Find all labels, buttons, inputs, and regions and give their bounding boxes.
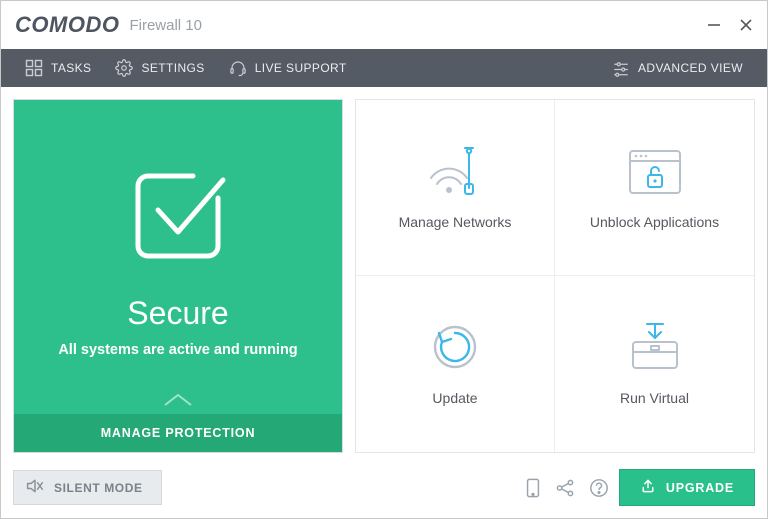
upgrade-label: UPGRADE (666, 481, 734, 495)
tile-unblock-applications[interactable]: Unblock Applications (555, 100, 754, 276)
brand-logo: COMODO (15, 12, 119, 38)
tile-manage-networks[interactable]: Manage Networks (356, 100, 555, 276)
tile-run-virtual[interactable]: Run Virtual (555, 276, 754, 452)
sliders-icon (612, 59, 630, 77)
headset-icon (229, 59, 247, 77)
silent-mode-button[interactable]: SILENT MODE (13, 470, 162, 505)
tile-manage-networks-label: Manage Networks (399, 214, 512, 230)
status-subtitle: All systems are active and running (58, 342, 297, 358)
content-area: Secure All systems are active and runnin… (1, 87, 767, 461)
toolbar: TASKS SETTINGS LIVE SUPPORT ADVANCED VIE… (1, 49, 767, 87)
status-title: Secure (127, 295, 228, 332)
toolbar-advanced-view-label: ADVANCED VIEW (638, 61, 743, 75)
manage-protection-button[interactable]: MANAGE PROTECTION (14, 414, 342, 452)
unlock-window-icon (626, 146, 684, 196)
secure-check-icon (123, 158, 233, 273)
gear-icon (115, 59, 133, 77)
toolbar-tasks[interactable]: TASKS (13, 49, 103, 87)
export-icon (640, 478, 656, 497)
product-name: Firewall 10 (129, 17, 202, 34)
app-window: COMODO Firewall 10 TASKS SETTINGS (0, 0, 768, 519)
manage-protection-label: MANAGE PROTECTION (101, 426, 256, 440)
status-panel: Secure All systems are active and runnin… (13, 99, 343, 453)
toolbar-settings[interactable]: SETTINGS (103, 49, 216, 87)
title-bar: COMODO Firewall 10 (1, 1, 767, 49)
help-icon[interactable] (589, 478, 609, 498)
mobile-icon[interactable] (525, 478, 541, 498)
bottom-icons (525, 478, 609, 498)
action-tiles: Manage Networks Unblock Applications (355, 99, 755, 453)
close-button[interactable] (739, 18, 753, 32)
speaker-mute-icon (26, 478, 44, 497)
toolbar-settings-label: SETTINGS (141, 61, 204, 75)
minimize-button[interactable] (707, 18, 721, 32)
toolbar-live-support-label: LIVE SUPPORT (255, 61, 347, 75)
upgrade-button[interactable]: UPGRADE (619, 469, 755, 506)
network-icon (425, 146, 485, 196)
bottom-bar: SILENT MODE UPGRADE (1, 461, 767, 518)
window-controls (707, 18, 753, 32)
silent-mode-label: SILENT MODE (54, 481, 143, 495)
toolbar-live-support[interactable]: LIVE SUPPORT (217, 49, 359, 87)
tile-update[interactable]: Update (356, 276, 555, 452)
share-icon[interactable] (555, 478, 575, 498)
tile-unblock-applications-label: Unblock Applications (590, 214, 719, 230)
toolbar-tasks-label: TASKS (51, 61, 91, 75)
chevron-up-icon[interactable] (161, 391, 195, 414)
toolbar-advanced-view[interactable]: ADVANCED VIEW (600, 59, 755, 77)
tile-update-label: Update (432, 390, 477, 406)
tile-run-virtual-label: Run Virtual (620, 390, 689, 406)
update-icon (429, 322, 481, 372)
run-virtual-icon (627, 322, 683, 372)
grid-icon (25, 59, 43, 77)
